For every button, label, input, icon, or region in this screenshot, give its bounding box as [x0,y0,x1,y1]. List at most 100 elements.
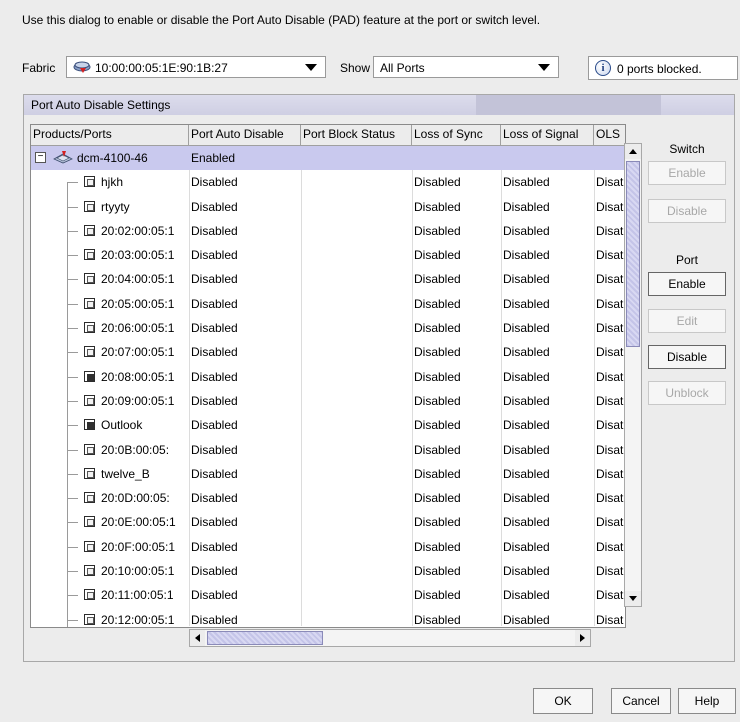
table-row[interactable]: 20:05:00:05:1 Disabled Disabled Disabled Dis… [31,292,625,316]
filter-row: Fabric 10:00:00:05:1E:90:1B:27 Show All … [22,56,738,86]
collapse-icon[interactable]: − [35,152,46,163]
port-name: 20:0B:00:05: [101,442,170,457]
table-row[interactable]: 20:06:00:05:1 Disabled Disabled Disabled Dis… [31,316,625,340]
column-header-port-auto-disable[interactable]: Port Auto Disable [189,125,301,145]
port-name: 20:02:00:05:1 [101,223,175,238]
port-name: 20:05:00:05:1 [101,296,175,311]
table-row[interactable]: hjkh Disabled Disabled Disabled Disat [31,170,625,194]
show-dropdown[interactable]: All Ports [373,56,559,78]
port-auto-disable-cell: Disabled [191,491,238,506]
column-header-loss-of-sync[interactable]: Loss of Sync [412,125,501,145]
scroll-up-icon[interactable] [625,144,641,159]
horizontal-scrollbar[interactable] [189,629,591,647]
port-name: 20:08:00:05:1 [101,369,175,384]
port-name: 20:12:00:05:1 [101,612,175,627]
loss-of-signal-cell: Disabled [503,515,550,530]
table-row[interactable]: 20:04:00:05:1 Disabled Disabled Disabled Dis… [31,267,625,291]
switch-name: dcm-4100-46 [77,151,148,165]
ols-cell: Disat [596,345,624,360]
column-header-port-block-status[interactable]: Port Block Status [301,125,412,145]
table-row[interactable]: Outlook Disabled Disabled Disabled Disat [31,413,625,437]
column-header-ols[interactable]: OLS [594,125,625,145]
ols-cell: Disat [596,369,624,384]
table-header: Products/Ports Port Auto Disable Port Bl… [31,125,625,146]
ols-cell: Disat [596,588,624,603]
loss-of-signal-cell: Disabled [503,223,550,238]
table-row[interactable]: 20:07:00:05:1 Disabled Disabled Disabled Dis… [31,340,625,364]
loss-of-sync-cell: Disabled [414,296,461,311]
table-row[interactable]: 20:0F:00:05:1 Disabled Disabled Disabled Dis… [31,535,625,559]
table-row[interactable]: 20:0D:00:05: Disabled Disabled Disabled Disa… [31,486,625,510]
port-edit-button[interactable]: Edit [648,309,726,333]
port-name: 20:04:00:05:1 [101,272,175,287]
table-row[interactable]: 20:0E:00:05:1 Disabled Disabled Disabled Dis… [31,510,625,534]
port-name: 20:06:00:05:1 [101,321,175,336]
port-icon [84,516,95,528]
port-name: 20:09:00:05:1 [101,393,175,408]
column-header-loss-of-signal[interactable]: Loss of Signal [501,125,594,145]
table-row[interactable]: 20:0B:00:05: Disabled Disabled Disabled Disa… [31,438,625,462]
scroll-left-icon[interactable] [190,630,205,646]
port-auto-disable-cell: Disabled [191,612,238,627]
vertical-scrollbar[interactable] [624,143,642,607]
port-icon [84,322,95,334]
loss-of-signal-cell: Disabled [503,296,550,311]
port-icon [84,394,95,406]
ok-button[interactable]: OK [533,688,593,714]
table-row[interactable]: 20:11:00:05:1 Disabled Disabled Disabled Dis… [31,583,625,607]
loss-of-sync-cell: Disabled [414,393,461,408]
fabric-icon [73,61,91,73]
ols-cell: Disat [596,418,624,433]
table-row[interactable]: twelve_B Disabled Disabled Disabled Disat [31,462,625,486]
loss-of-signal-cell: Disabled [503,248,550,263]
port-icon [84,419,95,431]
scroll-down-icon[interactable] [625,591,641,606]
loss-of-signal-cell: Disabled [503,466,550,481]
port-auto-disable-cell: Disabled [191,345,238,360]
table-row[interactable]: 20:12:00:05:1 Disabled Disabled Disabled Dis… [31,608,625,627]
port-enable-button[interactable]: Enable [648,272,726,296]
vertical-scroll-thumb[interactable] [626,161,640,347]
table-row[interactable]: 20:10:00:05:1 Disabled Disabled Disabled Dis… [31,559,625,583]
port-name: rtyyty [101,199,130,214]
table-row[interactable]: 20:02:00:05:1 Disabled Disabled Disabled Dis… [31,219,625,243]
switch-row[interactable]: − dcm-4100-46 Enabled [31,146,625,171]
loss-of-sync-cell: Disabled [414,175,461,190]
chevron-down-icon[interactable] [538,64,550,71]
fabric-dropdown[interactable]: 10:00:00:05:1E:90:1B:27 [66,56,326,78]
loss-of-sync-cell: Disabled [414,418,461,433]
port-unblock-button[interactable]: Unblock [648,381,726,405]
cancel-button[interactable]: Cancel [611,688,671,714]
ols-cell: Disat [596,175,624,190]
switch-enable-button[interactable]: Enable [648,161,726,185]
horizontal-scroll-thumb[interactable] [207,631,323,645]
ols-cell: Disat [596,223,624,238]
table-row[interactable]: rtyyty Disabled Disabled Disabled Disat [31,195,625,219]
port-auto-disable-cell: Disabled [191,393,238,408]
chevron-down-icon[interactable] [305,64,317,71]
table-row[interactable]: 20:08:00:05:1 Disabled Disabled Disabled Dis… [31,365,625,389]
table-row[interactable]: 20:09:00:05:1 Disabled Disabled Disabled Dis… [31,389,625,413]
port-icon [84,224,95,236]
ports-blocked-text: 0 ports blocked. [617,62,702,76]
port-group-label: Port [675,253,698,267]
loss-of-signal-cell: Disabled [503,491,550,506]
show-value: All Ports [380,61,425,75]
loss-of-sync-cell: Disabled [414,272,461,287]
switch-group-label: Switch [669,142,705,156]
port-icon [84,273,95,285]
ports-table: Products/Ports Port Auto Disable Port Bl… [30,124,626,628]
port-disable-button[interactable]: Disable [648,345,726,369]
help-button[interactable]: Help [678,688,736,714]
loss-of-signal-cell: Disabled [503,539,550,554]
switch-disable-button[interactable]: Disable [648,199,726,223]
port-name: 20:0E:00:05:1 [101,515,176,530]
port-icon [84,297,95,309]
table-row[interactable]: 20:03:00:05:1 Disabled Disabled Disabled Dis… [31,243,625,267]
scroll-right-icon[interactable] [575,630,590,646]
column-header-products-ports[interactable]: Products/Ports [31,125,189,145]
ols-cell: Disat [596,296,624,311]
port-auto-disable-cell: Disabled [191,539,238,554]
show-label: Show [340,61,371,75]
table-body: − dcm-4100-46 Enabled hjkh Disabled Disabl… [31,146,625,627]
